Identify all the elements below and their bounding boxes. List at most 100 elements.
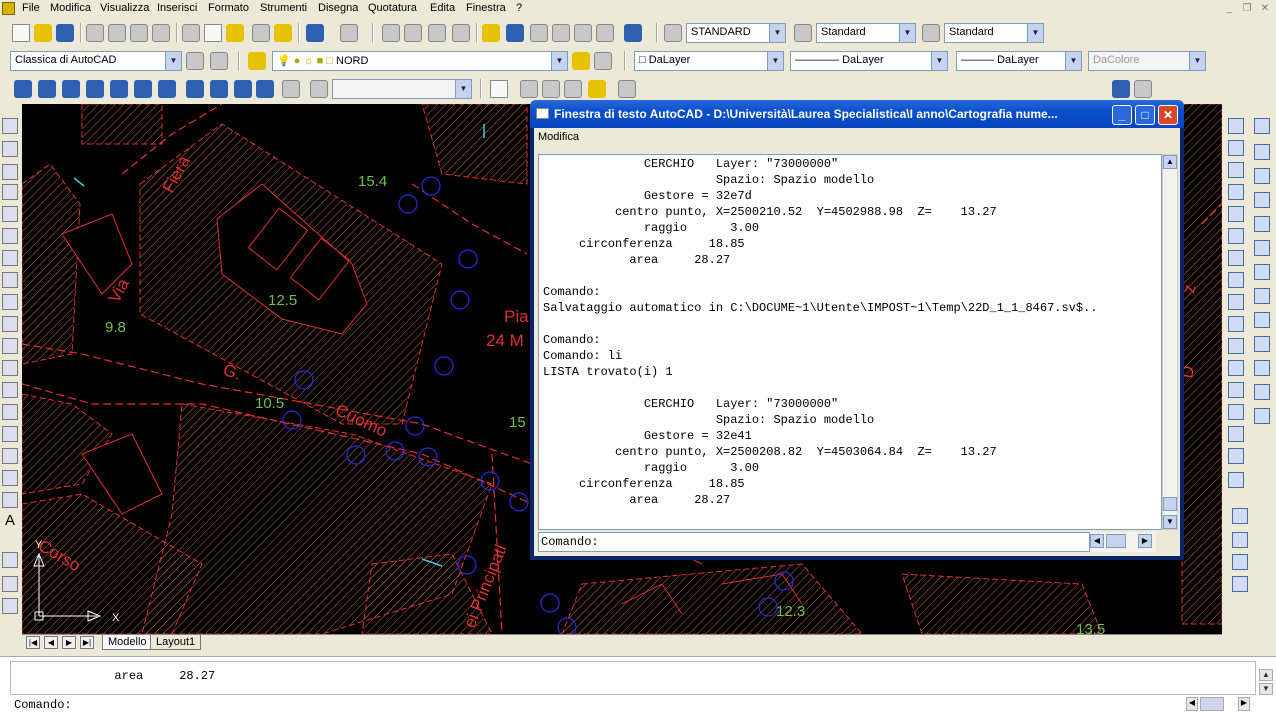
arc-icon[interactable] [2,228,18,244]
explode-icon[interactable] [1228,472,1244,488]
markup-icon[interactable] [574,24,592,42]
pan-icon[interactable] [382,24,400,42]
rectangle-icon[interactable] [2,206,18,222]
text-style-combo[interactable]: STANDARD ▼ [686,23,786,43]
helix-icon[interactable] [210,80,228,98]
scroll-thumb[interactable] [1106,534,1126,548]
match-properties-icon[interactable] [252,24,270,42]
prev-tab-icon[interactable]: ◀ [44,636,58,649]
menu-quotatura[interactable]: Quotatura [368,2,417,14]
draw-order-under-icon[interactable] [1232,576,1248,592]
new-icon[interactable] [12,24,30,42]
layer-on-icon[interactable]: 💡 ● ☼ ■ □ [277,55,336,67]
fillet-icon[interactable] [1228,448,1244,464]
gradient-icon[interactable] [2,448,18,464]
break-icon[interactable] [1228,382,1244,398]
command-line-panel[interactable]: area 28.27 Comando: ▲ ▼ ◀ ▶ [0,656,1276,714]
dim-arc-icon[interactable] [1254,168,1270,184]
chevron-down-icon[interactable]: ▼ [899,24,915,42]
publish-icon[interactable] [130,24,148,42]
construction-line-icon[interactable] [2,141,18,157]
linetype-combo[interactable]: ———— DaLayer ▼ [790,51,948,71]
calculator-icon[interactable] [596,24,614,42]
quick-dim-icon[interactable] [1254,312,1270,328]
text-hscrollbar[interactable]: ◀ ▶ [1090,532,1156,552]
revision-cloud-icon[interactable] [2,272,18,288]
autocad-app-icon[interactable] [2,2,15,15]
dim-space-icon[interactable] [1254,384,1270,400]
pyramid-icon[interactable] [186,80,204,98]
trim-icon[interactable] [1228,316,1244,332]
polysolid-icon[interactable] [14,80,32,98]
polygon-icon[interactable] [2,184,18,200]
cylinder-icon[interactable] [134,80,152,98]
extend-icon[interactable] [1228,338,1244,354]
scale-icon[interactable] [1228,272,1244,288]
tool-palettes-icon[interactable] [530,24,548,42]
cut-icon[interactable] [182,24,200,42]
text-window-titlebar[interactable]: Finestra di testo AutoCAD - D:\Universit… [530,100,1184,128]
menu-strumenti[interactable]: Strumenti [260,2,307,14]
layer-combo[interactable]: 💡 ● ☼ ■ □ NORD ▼ [272,51,568,71]
cone-icon[interactable] [86,80,104,98]
conceptual-icon[interactable] [588,80,606,98]
menu-edita[interactable]: Edita [430,2,455,14]
dim-ordinate-icon[interactable] [1254,192,1270,208]
chevron-down-icon[interactable]: ▼ [769,24,785,42]
visual-style-combo[interactable]: ▼ [332,79,472,99]
multiline-text-icon[interactable]: A [2,513,18,530]
sphere-icon[interactable] [110,80,128,98]
table-style-combo[interactable]: Standard ▼ [944,23,1044,43]
extrude-icon[interactable] [256,80,274,98]
layer-previous-icon[interactable] [594,52,612,70]
copy-object-icon[interactable] [1228,140,1244,156]
offset-icon[interactable] [1228,184,1244,200]
tab-layout1[interactable]: Layout1 [150,635,202,650]
free-orbit-icon[interactable] [2,576,18,592]
menu-help[interactable]: ? [516,2,522,14]
chevron-down-icon[interactable]: ▼ [1027,24,1043,42]
camera-icon[interactable] [282,80,300,98]
dim-linear-icon[interactable] [1254,118,1270,134]
command-prompt[interactable]: Comando: [14,698,72,712]
menu-inserisci[interactable]: Inserisci [157,2,197,14]
planar-surface-icon[interactable] [234,80,252,98]
workspace-settings-icon[interactable] [186,52,204,70]
close-icon[interactable]: ✕ [1158,105,1178,125]
scroll-down-icon[interactable]: ▼ [1163,515,1177,529]
ellipse-arc-icon[interactable] [2,338,18,354]
navigate-icon[interactable] [310,80,328,98]
dim-radius-icon[interactable] [1254,216,1270,232]
dim-angular-icon[interactable] [1254,288,1270,304]
array-icon[interactable] [1228,206,1244,222]
continuous-orbit-icon[interactable] [2,598,18,614]
lineweight-combo[interactable]: ——— DaLayer ▼ [956,51,1082,71]
join-icon[interactable] [1228,404,1244,420]
scroll-thumb[interactable] [1163,497,1177,511]
make-block-icon[interactable] [2,382,18,398]
chevron-down-icon[interactable]: ▼ [1065,52,1081,70]
point-icon[interactable] [2,404,18,420]
scroll-right-icon[interactable]: ▶ [1138,534,1152,548]
dim-diameter-icon[interactable] [1254,264,1270,280]
erase-icon[interactable] [1228,118,1244,134]
circle-icon[interactable] [2,250,18,266]
table-icon[interactable] [2,492,18,508]
save-icon[interactable] [56,24,74,42]
chamfer-icon[interactable] [1228,426,1244,442]
my-workspace-icon[interactable] [210,52,228,70]
hatch-icon[interactable] [2,426,18,442]
plot-icon[interactable] [86,24,104,42]
box-icon[interactable] [38,80,56,98]
block-editor-icon[interactable] [274,24,292,42]
copy-icon[interactable] [204,24,222,42]
menu-modifica-textwin[interactable]: Modifica [538,131,579,143]
menu-finestra[interactable]: Finestra [466,2,506,14]
mirror-icon[interactable] [1228,162,1244,178]
orbit-icon[interactable] [2,552,18,568]
zoom-previous-icon[interactable] [452,24,470,42]
line-icon[interactable] [2,118,18,134]
last-tab-icon[interactable]: ▶| [80,636,94,649]
draw-order-back-icon[interactable] [1232,532,1248,548]
scroll-left-icon[interactable]: ◀ [1090,534,1104,548]
